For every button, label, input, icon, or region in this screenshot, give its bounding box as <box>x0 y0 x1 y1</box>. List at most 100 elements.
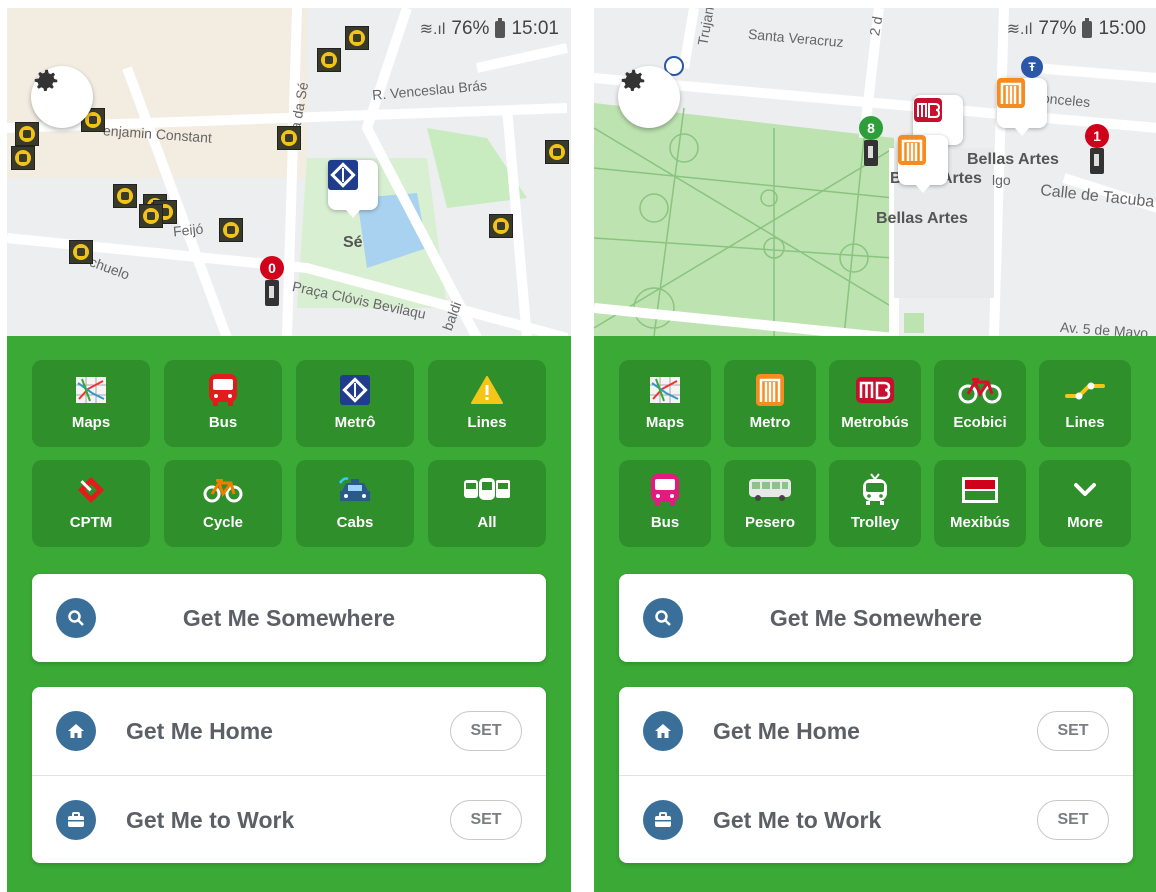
tile-bus[interactable]: Bus <box>619 460 711 547</box>
tile-label: Mexibús <box>949 514 1010 531</box>
mexibus-icon <box>962 477 998 503</box>
all-transit-icon <box>464 478 510 500</box>
gear-icon <box>621 69 645 91</box>
bus-icon <box>209 374 237 406</box>
bus-stop-marker[interactable] <box>317 48 341 72</box>
tile-label: CPTM <box>69 514 113 531</box>
count-badge: 1 <box>1085 124 1109 148</box>
map-view[interactable]: ≋.ıl 77% 15:00 Santa Veracruz Trujan onc… <box>594 8 1156 336</box>
bottom-panel: Maps Metro Metrobús Ecobici Lines Bus Pe… <box>594 336 1156 892</box>
bus-stop-marker[interactable] <box>69 240 93 264</box>
get-me-home-row[interactable]: Get Me Home SET <box>619 687 1133 775</box>
tile-pesero[interactable]: Pesero <box>724 460 816 547</box>
get-me-home-row[interactable]: Get Me Home SET <box>32 687 546 775</box>
bus-stop-marker[interactable] <box>15 122 39 146</box>
tile-label: Maps <box>645 414 685 431</box>
bus-stop-marker[interactable] <box>113 184 137 208</box>
poi-label: Bellas Artes <box>876 210 968 227</box>
tile-maps[interactable]: Maps <box>32 360 150 447</box>
work-circle <box>643 800 683 840</box>
street-label: Feijó <box>172 220 205 240</box>
clock: 15:00 <box>1098 18 1146 39</box>
tile-trolley[interactable]: Trolley <box>829 460 921 547</box>
saved-places-card: Get Me Home SET Get Me to Work SET <box>32 687 546 863</box>
metro-station-pin[interactable] <box>997 78 1047 136</box>
saved-places-card: Get Me Home SET Get Me to Work SET <box>619 687 1133 863</box>
tile-label: Metrô <box>334 414 376 431</box>
get-me-somewhere-card[interactable]: Get Me Somewhere <box>619 574 1133 662</box>
street-label: lgo <box>992 172 1011 188</box>
tile-bus[interactable]: Bus <box>164 360 282 447</box>
set-work-button[interactable]: SET <box>1037 800 1109 840</box>
count-badge: 8 <box>859 116 883 140</box>
maps-icon <box>650 377 680 403</box>
get-me-somewhere-label: Get Me Somewhere <box>182 604 396 631</box>
metro-station-pin[interactable] <box>328 160 378 218</box>
tile-label: Lines <box>1065 414 1105 431</box>
bus-stop-marker[interactable] <box>139 204 163 228</box>
taxi-icon <box>338 477 370 501</box>
lines-icon <box>1065 382 1105 400</box>
wifi-signal-icon: ≋.ıl <box>419 21 446 38</box>
metro-icon <box>328 160 358 190</box>
bike-dock-marker[interactable] <box>864 140 878 166</box>
home-circle <box>56 711 96 751</box>
tile-all[interactable]: All <box>428 460 546 547</box>
station-label: Sé <box>343 234 363 251</box>
tile-cptm[interactable]: CPTM <box>32 460 150 547</box>
battery-icon <box>1082 17 1093 38</box>
tile-label: Bus <box>208 414 238 431</box>
get-me-to-work-label: Get Me to Work <box>126 806 295 833</box>
bicycle-icon <box>958 378 1002 404</box>
tile-cabs[interactable]: Cabs <box>296 460 414 547</box>
trolley-stop-icon[interactable]: Ŧ <box>1021 56 1043 78</box>
wifi-signal-icon: ≋.ıl <box>1006 21 1033 38</box>
bus-stop-marker[interactable] <box>277 126 301 150</box>
tile-maps[interactable]: Maps <box>619 360 711 447</box>
maps-icon <box>76 377 106 403</box>
chevron-down-icon <box>1074 483 1096 496</box>
bus-stop-marker[interactable] <box>345 26 369 50</box>
tile-metro[interactable]: Metrô <box>296 360 414 447</box>
app-screen-sao-paulo: ≋.ıl 76% 15:01 R. Venceslau Brás enjamin… <box>7 8 571 892</box>
home-circle <box>643 711 683 751</box>
tile-metro[interactable]: Metro <box>724 360 816 447</box>
pesero-icon <box>749 479 791 501</box>
set-work-button[interactable]: SET <box>450 800 522 840</box>
tile-label: Metrobús <box>841 414 909 431</box>
get-me-to-work-row[interactable]: Get Me to Work SET <box>32 775 546 864</box>
tile-mexibus[interactable]: Mexibús <box>934 460 1026 547</box>
tile-more[interactable]: More <box>1039 460 1131 547</box>
tile-ecobici[interactable]: Ecobici <box>934 360 1026 447</box>
metrobus-icon <box>914 98 942 122</box>
settings-button[interactable] <box>31 66 93 128</box>
bus-stop-marker[interactable] <box>11 146 35 170</box>
tile-lines[interactable]: Lines <box>1039 360 1131 447</box>
map-view[interactable]: ≋.ıl 76% 15:01 R. Venceslau Brás enjamin… <box>7 8 571 336</box>
tile-label: Metro <box>749 414 791 431</box>
get-me-somewhere-card[interactable]: Get Me Somewhere <box>32 574 546 662</box>
battery-percent: 76% <box>451 18 490 39</box>
bike-dock-marker[interactable] <box>265 280 279 306</box>
bus-stop-marker[interactable] <box>489 214 513 238</box>
bus-stop-marker[interactable] <box>219 218 243 242</box>
app-screen-mexico-city: ≋.ıl 77% 15:00 Santa Veracruz Trujan onc… <box>594 8 1156 892</box>
set-home-button[interactable]: SET <box>450 711 522 751</box>
metro-station-pin[interactable] <box>898 135 948 193</box>
metrobus-icon <box>856 377 894 403</box>
count-badge: 0 <box>260 256 284 280</box>
bus-stop-marker[interactable] <box>545 140 569 164</box>
street-label: 2 d <box>866 15 886 37</box>
tile-label: Lines <box>467 414 507 431</box>
tile-label: Bus <box>650 514 680 531</box>
get-me-to-work-row[interactable]: Get Me to Work SET <box>619 775 1133 864</box>
tile-lines[interactable]: Lines <box>428 360 546 447</box>
tile-cycle[interactable]: Cycle <box>164 460 282 547</box>
set-home-button[interactable]: SET <box>1037 711 1109 751</box>
battery-icon <box>495 17 506 38</box>
tile-metrobus[interactable]: Metrobús <box>829 360 921 447</box>
briefcase-icon <box>655 812 671 827</box>
settings-button[interactable] <box>618 66 680 128</box>
bike-dock-marker[interactable] <box>1090 148 1104 174</box>
battery-percent: 77% <box>1038 18 1077 39</box>
